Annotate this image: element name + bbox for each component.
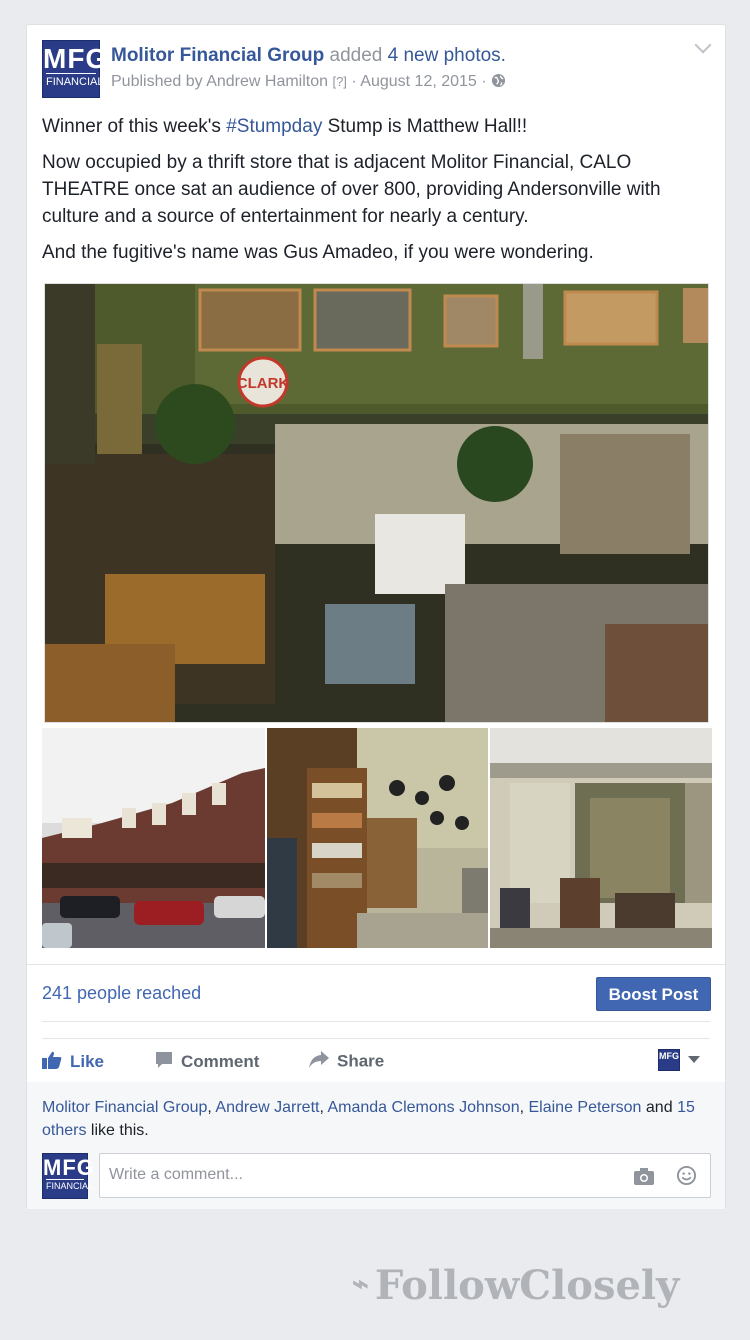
like-label: Like: [70, 1051, 105, 1071]
post-date[interactable]: August 12, 2015: [360, 73, 477, 90]
action-bar: Like Comment Share MFG: [27, 1038, 725, 1082]
post-meta: Published by Andrew Hamilton [?] · Augus…: [111, 73, 506, 93]
post-title: Molitor Financial Group added 4 new phot…: [111, 45, 506, 67]
share-button[interactable]: Share: [309, 1051, 384, 1073]
post-line1-suffix: Stump is Matthew Hall!!: [327, 116, 528, 137]
commenter-avatar-text: MFG: [43, 1155, 95, 1180]
liker-3[interactable]: Amanda Clemons Johnson: [327, 1099, 519, 1116]
photos-link[interactable]: 4 new photos.: [388, 45, 506, 66]
action-verb: added: [329, 45, 383, 66]
post-paragraph-3: And the fugitive's name was Gus Amadeo, …: [42, 242, 594, 263]
likes-summary: Molitor Financial Group, Andrew Jarrett,…: [42, 1099, 695, 1139]
page-avatar[interactable]: MFG FINANCIAL: [42, 40, 109, 98]
post-as-avatar-text: MFG: [659, 1051, 679, 1061]
divider-insights-top: [27, 964, 725, 965]
photo-street-scene[interactable]: [42, 728, 265, 948]
share-arrow-icon: [309, 1051, 329, 1073]
divider-insights-bottom: [42, 1021, 710, 1022]
help-marker[interactable]: [?]: [332, 74, 346, 89]
watermark-text: FollowClosely: [374, 1262, 680, 1309]
meta-separator: ·: [351, 73, 357, 90]
watermark-icon: ⌁: [352, 1267, 369, 1300]
published-by-label: Published by: [111, 73, 203, 90]
post-paragraph-2: Now occupied by a thrift store that is a…: [42, 152, 661, 227]
globe-icon: [491, 73, 506, 93]
page-name-link[interactable]: Molitor Financial Group: [111, 45, 324, 66]
chevron-down-icon[interactable]: [694, 36, 712, 54]
avatar-logo-subtext: FINANCIAL: [46, 73, 103, 88]
comment-input[interactable]: Write a comment...: [99, 1153, 711, 1198]
hashtag-link[interactable]: #Stumpday: [226, 116, 322, 137]
likes-suffix: like this.: [90, 1122, 149, 1139]
liker-1[interactable]: Molitor Financial Group: [42, 1099, 207, 1116]
avatar-logo-text: MFG: [43, 43, 109, 74]
clark-sign-text: CLARK: [237, 375, 290, 392]
photo-theatre-interior[interactable]: [490, 728, 712, 948]
photo-thrift-store-interior[interactable]: CLARK: [44, 283, 709, 723]
post-paragraph-1: Winner of this week's #Stumpday Stump is…: [42, 113, 712, 140]
thumbs-up-icon: [42, 1051, 62, 1074]
emoji-icon[interactable]: [676, 1165, 697, 1191]
camera-icon[interactable]: [633, 1166, 655, 1191]
comment-label: Comment: [181, 1051, 260, 1071]
post-card: MFG FINANCIAL Molitor Financial Group ad…: [26, 24, 726, 1209]
post-as-avatar: MFG: [658, 1049, 680, 1071]
clark-sign: CLARK: [237, 356, 290, 408]
post-line1-prefix: Winner of this week's: [42, 116, 221, 137]
commenter-avatar: MFG FINANCIAL: [42, 1153, 95, 1199]
comment-button[interactable]: Comment: [155, 1051, 259, 1074]
photo-bookshelves[interactable]: [267, 728, 488, 948]
caret-down-icon: [688, 1051, 701, 1069]
likes-and: and: [645, 1099, 673, 1116]
watermark: ⌁ FollowClosely: [352, 1262, 679, 1309]
like-button[interactable]: Like: [42, 1051, 104, 1074]
post-as-selector[interactable]: MFG: [658, 1049, 701, 1071]
comment-icon: [155, 1051, 173, 1074]
liker-2[interactable]: Andrew Jarrett: [215, 1099, 319, 1116]
share-label: Share: [337, 1051, 385, 1071]
post-body: Winner of this week's #Stumpday Stump is…: [42, 113, 712, 275]
commenter-avatar-subtext: FINANCIAL: [46, 1179, 94, 1191]
comment-placeholder: Write a comment...: [109, 1166, 243, 1183]
boost-post-button[interactable]: Boost Post: [596, 977, 711, 1011]
people-reached-link[interactable]: 241 people reached: [42, 983, 201, 1004]
publisher-link[interactable]: Andrew Hamilton: [206, 73, 328, 90]
meta-separator-2: ·: [481, 73, 487, 90]
liker-4[interactable]: Elaine Peterson: [528, 1099, 641, 1116]
